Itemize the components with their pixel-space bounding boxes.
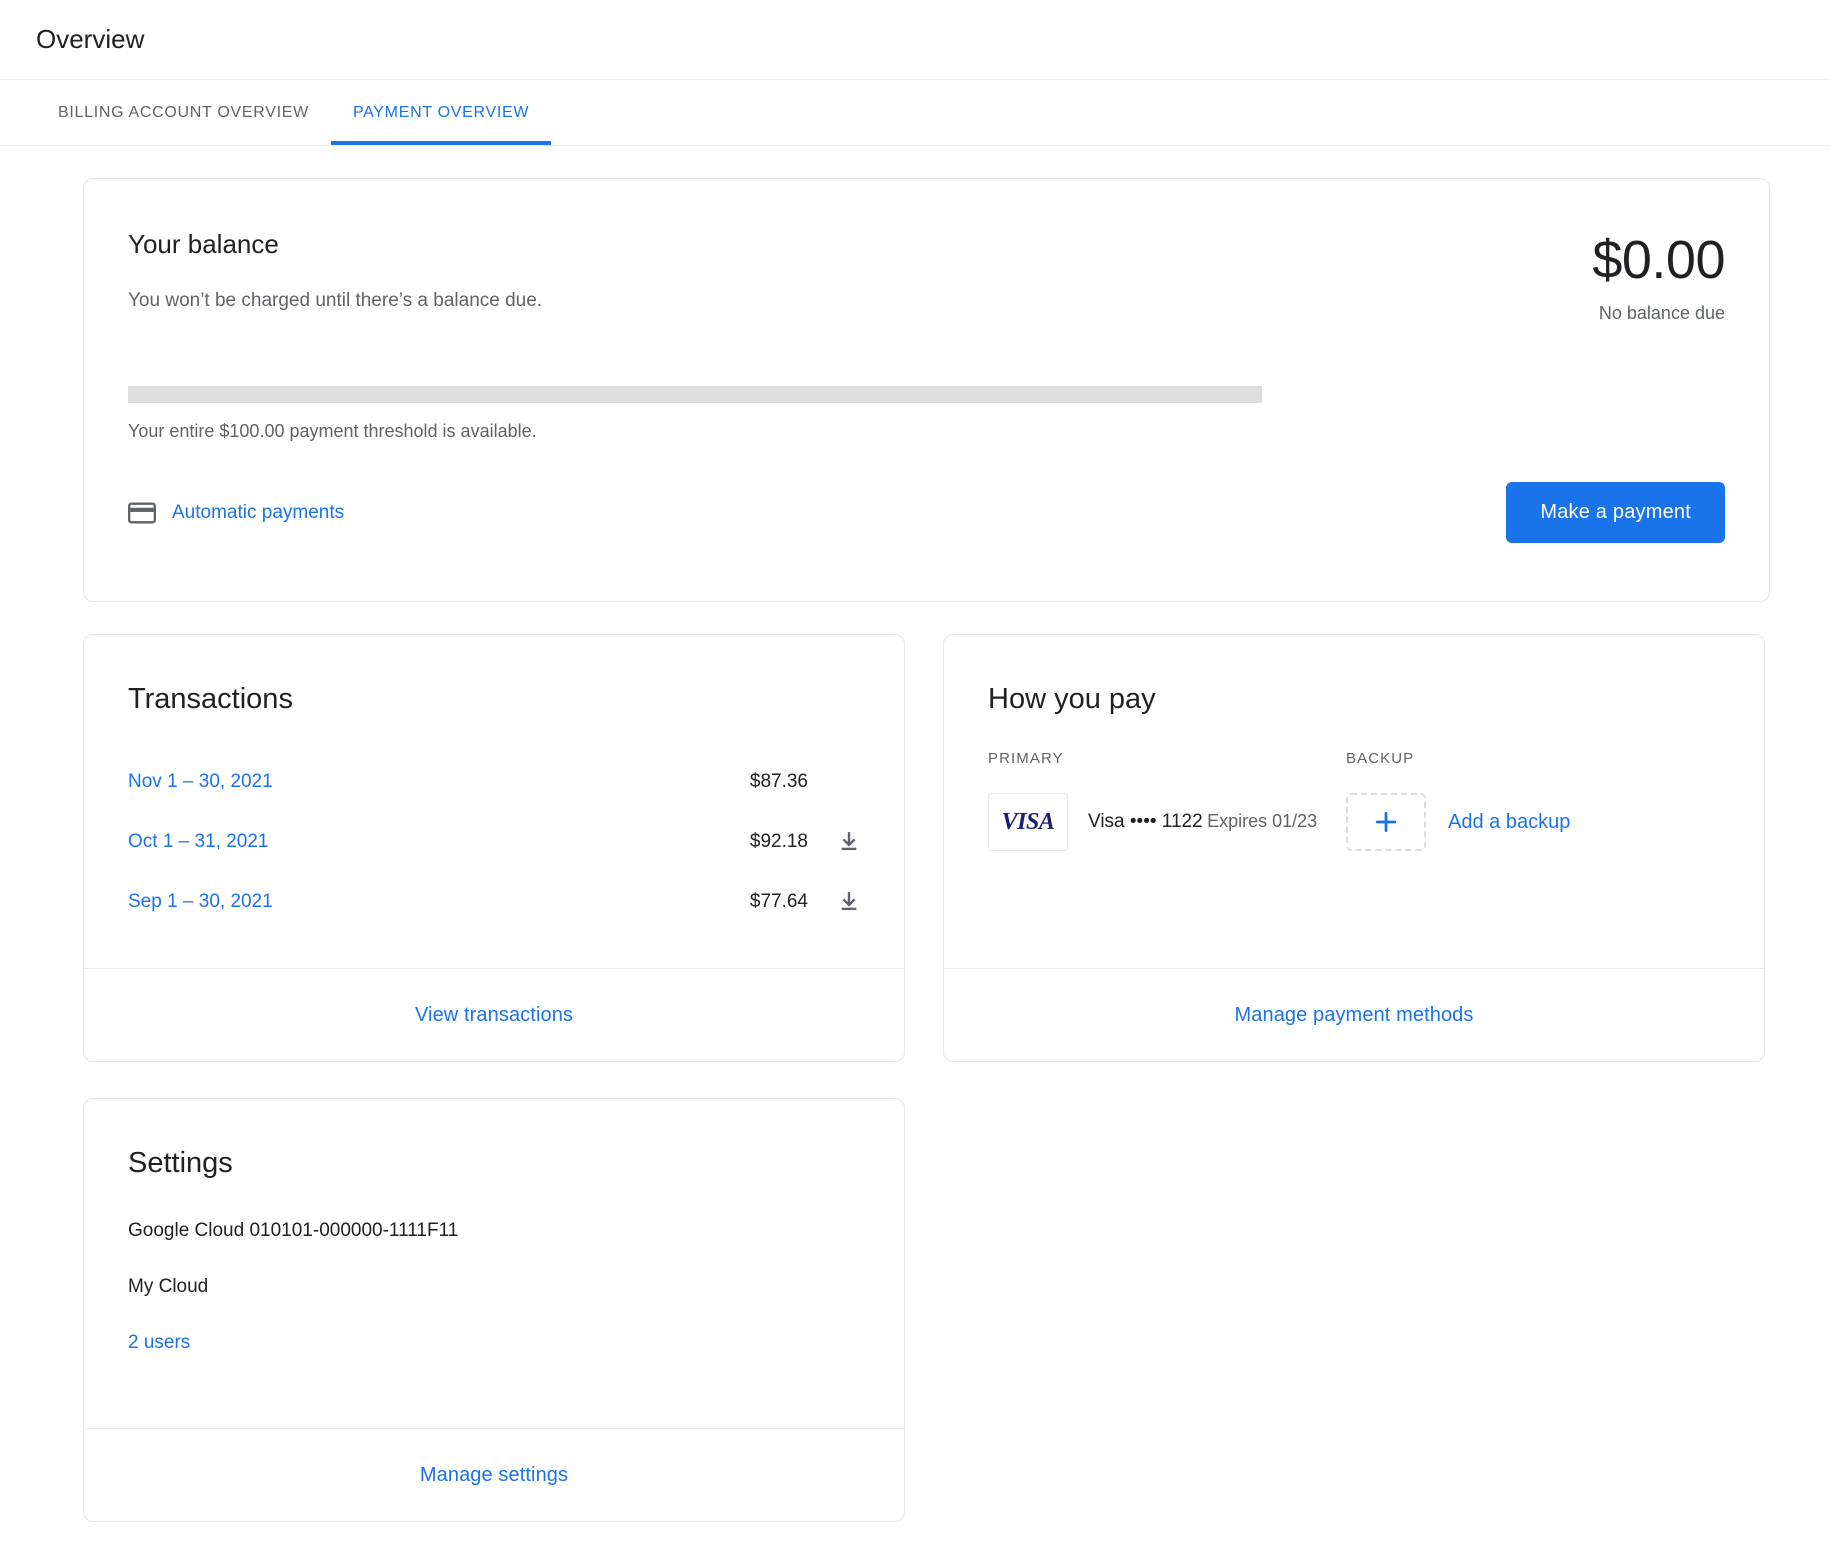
transaction-amount: $77.64 (698, 891, 808, 913)
settings-heading: Settings (128, 1147, 860, 1180)
page-title: Overview (36, 24, 144, 55)
transactions-card-footer: View transactions (84, 968, 904, 1061)
backup-caption: BACKUP (1346, 750, 1570, 767)
balance-heading: Your balance (128, 229, 542, 260)
transaction-download-slot (808, 771, 860, 793)
payment-threshold-caption: Your entire $100.00 payment threshold is… (128, 421, 1725, 442)
plus-icon (1372, 808, 1400, 836)
download-icon[interactable] (838, 891, 860, 913)
automatic-payments-link[interactable]: Automatic payments (128, 502, 344, 524)
cards-row: Transactions Nov 1 – 30, 2021 $87.36 Oct… (83, 634, 1770, 1062)
users-link[interactable]: 2 users (128, 1332, 190, 1354)
transaction-date-link[interactable]: Nov 1 – 30, 2021 (128, 771, 698, 793)
table-row: Nov 1 – 30, 2021 $87.36 (128, 752, 860, 812)
how-you-pay-card-body: How you pay PRIMARY VISA Visa •••• 1122 … (944, 635, 1764, 968)
add-backup-row: Add a backup (1346, 793, 1570, 851)
view-transactions-link[interactable]: View transactions (415, 1004, 573, 1027)
visa-brand-mark: VISA (1002, 809, 1055, 836)
how-you-pay-heading: How you pay (988, 683, 1720, 716)
balance-subtext: You won’t be charged until there’s a bal… (128, 290, 542, 312)
page-header: Overview (0, 0, 1830, 80)
balance-card-left: Your balance You won’t be charged until … (128, 229, 542, 312)
primary-payment-method: VISA Visa •••• 1122 Expires 01/23 (988, 793, 1346, 851)
main-content: Your balance You won’t be charged until … (0, 178, 1830, 1522)
add-backup-label[interactable]: Add a backup (1448, 811, 1570, 834)
balance-card-right: $0.00 No balance due (1592, 229, 1725, 324)
billing-account-name: My Cloud (128, 1276, 860, 1298)
settings-card-footer: Manage settings (84, 1428, 904, 1521)
card-number-masked: Visa •••• 1122 (1088, 811, 1203, 832)
how-you-pay-card: How you pay PRIMARY VISA Visa •••• 1122 … (943, 634, 1765, 1062)
download-placeholder (838, 771, 860, 793)
settings-card-body: Settings Google Cloud 010101-000000-1111… (84, 1099, 904, 1428)
settings-card: Settings Google Cloud 010101-000000-1111… (83, 1098, 905, 1522)
visa-card-icon: VISA (988, 793, 1068, 851)
transaction-download-slot (808, 891, 860, 913)
card-expiry: Expires 01/23 (1207, 811, 1317, 831)
tab-bar: BILLING ACCOUNT OVERVIEW PAYMENT OVERVIE… (0, 80, 1830, 146)
transaction-date-link[interactable]: Oct 1 – 31, 2021 (128, 831, 698, 853)
primary-caption: PRIMARY (988, 750, 1346, 767)
transactions-card-body: Transactions Nov 1 – 30, 2021 $87.36 Oct… (84, 635, 904, 968)
transaction-amount: $87.36 (698, 771, 808, 793)
balance-amount: $0.00 (1592, 233, 1725, 287)
add-backup-button[interactable] (1346, 793, 1426, 851)
balance-card-top: Your balance You won’t be charged until … (128, 229, 1725, 324)
automatic-payments-label: Automatic payments (172, 502, 344, 524)
transaction-date-link[interactable]: Sep 1 – 30, 2021 (128, 891, 698, 913)
table-row: Sep 1 – 30, 2021 $77.64 (128, 872, 860, 932)
manage-settings-link[interactable]: Manage settings (420, 1464, 568, 1487)
transaction-amount: $92.18 (698, 831, 808, 853)
primary-payment-column: PRIMARY VISA Visa •••• 1122 Expires 01/2… (988, 750, 1346, 851)
tab-label: BILLING ACCOUNT OVERVIEW (58, 104, 309, 122)
billing-account-id: Google Cloud 010101-000000-1111F11 (128, 1220, 860, 1242)
how-you-pay-card-footer: Manage payment methods (944, 968, 1764, 1061)
balance-card: Your balance You won’t be charged until … (83, 178, 1770, 602)
payment-methods-columns: PRIMARY VISA Visa •••• 1122 Expires 01/2… (988, 750, 1720, 851)
transaction-download-slot (808, 831, 860, 853)
tab-billing-account-overview[interactable]: BILLING ACCOUNT OVERVIEW (36, 80, 331, 145)
transactions-heading: Transactions (128, 683, 860, 716)
balance-card-actions: Automatic payments Make a payment (128, 482, 1725, 543)
credit-card-icon (128, 502, 156, 524)
table-row: Oct 1 – 31, 2021 $92.18 (128, 812, 860, 872)
transactions-card: Transactions Nov 1 – 30, 2021 $87.36 Oct… (83, 634, 905, 1062)
make-a-payment-button[interactable]: Make a payment (1506, 482, 1725, 543)
tab-label: PAYMENT OVERVIEW (353, 104, 529, 122)
transactions-list: Nov 1 – 30, 2021 $87.36 Oct 1 – 31, 2021… (128, 752, 860, 932)
primary-payment-details: Visa •••• 1122 Expires 01/23 (1088, 811, 1317, 833)
download-icon[interactable] (838, 831, 860, 853)
manage-payment-methods-link[interactable]: Manage payment methods (1234, 1004, 1473, 1027)
backup-payment-column: BACKUP Add a backup (1346, 750, 1570, 851)
make-a-payment-label: Make a payment (1540, 501, 1691, 523)
payment-threshold-section: Your entire $100.00 payment threshold is… (128, 386, 1725, 442)
payment-threshold-progress (128, 386, 1262, 403)
balance-amount-note: No balance due (1592, 303, 1725, 324)
tab-payment-overview[interactable]: PAYMENT OVERVIEW (331, 80, 551, 145)
